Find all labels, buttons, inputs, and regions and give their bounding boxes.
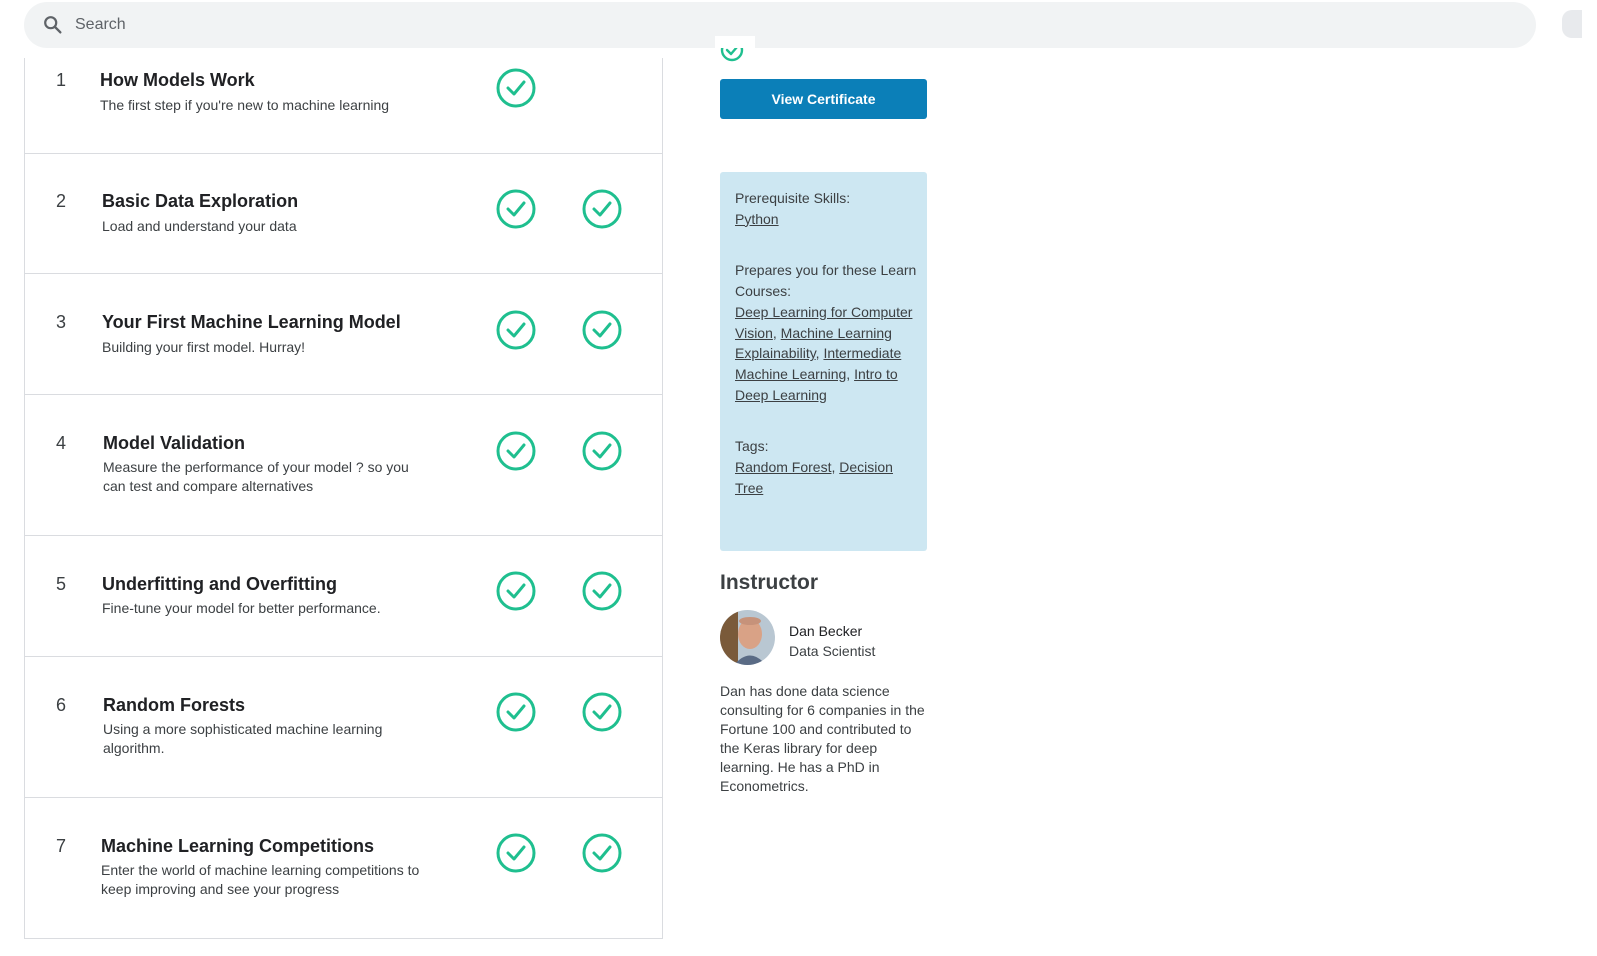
check-circle-icon bbox=[496, 68, 536, 108]
prereq-link[interactable]: Python bbox=[735, 211, 779, 227]
check-circle-icon bbox=[496, 833, 536, 873]
lesson-row[interactable]: 2 Basic Data Exploration Load and unders… bbox=[25, 153, 662, 274]
lesson-row[interactable]: 4 Model Validation Measure the performan… bbox=[25, 395, 662, 536]
lesson-number: 1 bbox=[56, 70, 67, 90]
lesson-description: Building your first model. Hurray! bbox=[102, 339, 306, 355]
lesson-description: The first step if you're new to machine … bbox=[100, 97, 390, 113]
tag-link[interactable]: Random Forest bbox=[735, 459, 831, 475]
search-icon bbox=[44, 16, 62, 34]
instructor-role: Data Scientist bbox=[789, 643, 876, 659]
lesson-description: Fine-tune your model for better performa… bbox=[102, 600, 381, 616]
lesson-row[interactable]: 7 Machine Learning Competitions Enter th… bbox=[25, 798, 662, 938]
instructor-name[interactable]: Dan Becker bbox=[789, 623, 862, 639]
lesson-title[interactable]: Model Validation bbox=[103, 433, 245, 454]
lesson-title[interactable]: Basic Data Exploration bbox=[102, 191, 298, 212]
check-circle-icon bbox=[582, 571, 622, 611]
search-input[interactable]: Search bbox=[75, 16, 126, 34]
lesson-description: Measure the performance of your model ? … bbox=[103, 459, 409, 494]
check-circle-icon bbox=[496, 692, 536, 732]
check-circle-icon bbox=[496, 431, 536, 471]
prereq-label: Prerequisite Skills: bbox=[735, 190, 851, 206]
check-circle-icon bbox=[496, 571, 536, 611]
scroll-edge bbox=[1562, 10, 1582, 38]
lesson-number: 6 bbox=[56, 695, 67, 715]
lesson-description: Enter the world of machine learning comp… bbox=[101, 862, 420, 897]
lesson-title[interactable]: How Models Work bbox=[100, 70, 255, 91]
tag-links: Random Forest, Decision Tree bbox=[735, 459, 893, 496]
lesson-title[interactable]: Machine Learning Competitions bbox=[101, 836, 374, 857]
check-circle-icon bbox=[582, 310, 622, 350]
lesson-number: 3 bbox=[56, 312, 67, 332]
instructor-bio: Dan has done data science consulting for… bbox=[720, 683, 925, 794]
check-circle-icon bbox=[582, 833, 622, 873]
check-circle-icon bbox=[582, 189, 622, 229]
lesson-number: 5 bbox=[56, 574, 67, 594]
check-circle-icon bbox=[582, 431, 622, 471]
lesson-number: 7 bbox=[56, 836, 67, 856]
prepares-label: Prepares you for these Learn Courses: bbox=[735, 262, 917, 300]
lesson-title[interactable]: Underfitting and Overfitting bbox=[102, 574, 337, 595]
lesson-row[interactable]: 3 Your First Machine Learning Model Buil… bbox=[25, 274, 662, 395]
avatar[interactable] bbox=[720, 610, 775, 665]
lesson-description: Using a more sophisticated machine learn… bbox=[103, 721, 383, 756]
lesson-row[interactable]: 1 How Models Work The first step if you'… bbox=[25, 58, 662, 154]
check-circle-icon bbox=[582, 692, 622, 732]
lesson-number: 4 bbox=[56, 433, 67, 453]
search-bar[interactable]: Search bbox=[24, 2, 1536, 48]
check-circle-icon bbox=[496, 310, 536, 350]
course-info-panel: Prerequisite Skills: Python Prepares you… bbox=[720, 172, 927, 551]
lesson-description: Load and understand your data bbox=[102, 218, 297, 234]
lesson-number: 2 bbox=[56, 191, 67, 211]
view-certificate-button[interactable]: View Certificate bbox=[720, 79, 927, 119]
lesson-list: 1 How Models Work The first step if you'… bbox=[24, 58, 663, 939]
tags-label: Tags: bbox=[735, 438, 769, 455]
instructor-heading: Instructor bbox=[720, 571, 819, 594]
course-links: Deep Learning for Computer Vision, Machi… bbox=[735, 303, 913, 403]
lesson-row[interactable]: 6 Random Forests Using a more sophistica… bbox=[25, 657, 662, 798]
check-circle-icon bbox=[496, 189, 536, 229]
lesson-row[interactable]: 5 Underfitting and Overfitting Fine-tune… bbox=[25, 536, 662, 657]
lesson-title[interactable]: Random Forests bbox=[103, 695, 245, 716]
lesson-title[interactable]: Your First Machine Learning Model bbox=[102, 312, 401, 333]
